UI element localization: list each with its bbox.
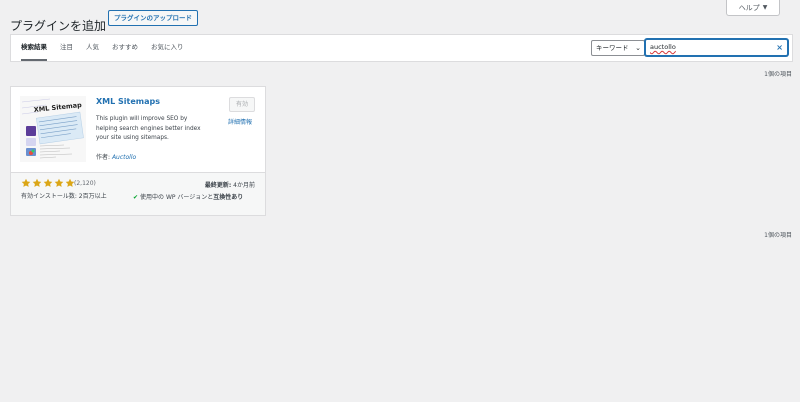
details-link[interactable]: 詳細情報	[228, 117, 252, 126]
plugin-description: This plugin will improve SEO by helping …	[96, 116, 201, 141]
plugin-tabs: 検索結果 注目 人気 おすすめ お気に入り	[21, 35, 184, 61]
author-label: 作者:	[96, 154, 111, 161]
tab-featured[interactable]: 注目	[60, 35, 73, 61]
compatibility: ✔ 使用中の WP バージョンと互換性あり	[133, 192, 243, 201]
updated-label: 最終更新:	[204, 182, 232, 189]
star-filled-icon	[21, 178, 31, 187]
plugin-card-footer: (2,120) 有効インストール数: 2百万以上 最終更新: 4か月前 ✔ 使用中…	[11, 172, 265, 215]
rating-count: (2,120)	[74, 180, 96, 187]
star-rating	[21, 178, 75, 188]
filter-bar: 検索結果 注目 人気 おすすめ お気に入り キーワード ⌄ auctollo ×	[10, 34, 793, 62]
compat-strong: 互換性あり	[213, 194, 244, 201]
updated-value: 4か月前	[233, 182, 255, 189]
tab-popular[interactable]: 人気	[86, 35, 99, 61]
plugin-author: 作者: Auctollo	[96, 152, 136, 161]
plugin-card: XML Sitemap XML Sitemaps This plugin wil…	[10, 86, 266, 216]
tab-recommended[interactable]: おすすめ	[112, 35, 138, 61]
result-count-bottom: 1個の項目	[764, 232, 792, 239]
result-count-top: 1個の項目	[764, 71, 792, 78]
help-label: ヘルプ	[738, 3, 760, 12]
activate-button[interactable]: 有効	[229, 97, 255, 112]
star-filled-icon	[43, 178, 53, 187]
star-filled-icon	[32, 178, 42, 187]
plugin-thumbnail[interactable]: XML Sitemap	[20, 96, 86, 162]
clear-search-icon[interactable]: ×	[776, 40, 783, 55]
page-title: プラグインを追加	[10, 19, 107, 34]
caret-down-icon: ▼	[762, 4, 768, 11]
upload-plugin-button[interactable]: プラグインのアップロード	[108, 10, 198, 26]
search-input[interactable]: auctollo ×	[645, 39, 788, 56]
checkmark-icon: ✔	[133, 194, 139, 201]
search-input-value: auctollo	[650, 43, 676, 51]
active-installs: 有効インストール数: 2百万以上	[21, 193, 107, 200]
tab-search-results[interactable]: 検索結果	[21, 35, 47, 61]
search-type-value: キーワード	[596, 44, 629, 52]
tab-favorites[interactable]: お気に入り	[151, 35, 184, 61]
star-filled-icon	[54, 178, 64, 187]
help-tab-button[interactable]: ヘルプ ▼	[726, 0, 780, 16]
plugin-name-link[interactable]: XML Sitemaps	[96, 97, 160, 106]
last-updated: 最終更新: 4か月前	[205, 180, 255, 189]
search-type-select[interactable]: キーワード ⌄	[591, 40, 645, 56]
compat-prefix: 使用中の WP バージョンと	[140, 194, 214, 201]
chevron-down-icon: ⌄	[635, 44, 641, 52]
author-link[interactable]: Auctollo	[112, 154, 136, 161]
